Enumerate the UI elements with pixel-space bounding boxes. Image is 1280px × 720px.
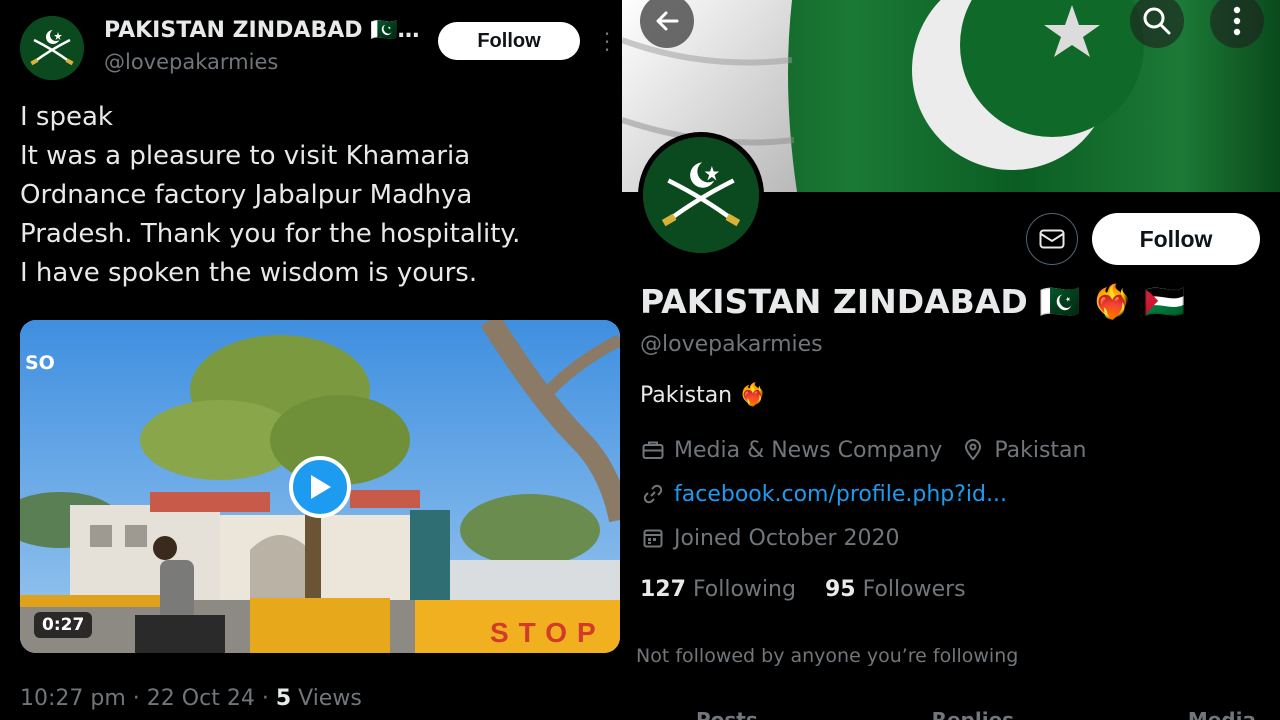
envelope-icon: [1039, 229, 1065, 249]
profile-panel: Follow PAKISTAN ZINDABAD 🇵🇰 ❤️‍🔥 🇵🇸 @lov…: [622, 0, 1280, 720]
meta-separator: ·: [132, 686, 140, 711]
post-panel: PAKISTAN ZINDABAD 🇵🇰… @lovepakarmies Fol…: [0, 0, 620, 720]
profile-stats: 127 Following 95 Followers: [640, 577, 966, 602]
army-emblem-icon: [643, 137, 759, 253]
profile-joined-row: Joined October 2020: [640, 525, 900, 551]
profile-joined-date: Joined October 2020: [674, 525, 900, 551]
location-pin-icon: [960, 437, 986, 463]
followers-label: Followers: [862, 577, 966, 602]
profile-website-row: facebook.com/profile.php?id...: [640, 481, 1007, 507]
profile-tabs: Posts Replies Media: [696, 708, 1256, 720]
play-button[interactable]: [289, 456, 351, 518]
post-text-line: I speak: [20, 102, 113, 132]
arrow-left-icon: [656, 11, 679, 31]
followers-stat[interactable]: 95 Followers: [825, 577, 966, 602]
post-text-line: Ordnance factory Jabalpur Madhya: [20, 180, 473, 210]
post-text-line: I have spoken the wisdom is yours.: [20, 258, 478, 288]
not-followed-notice: Not followed by anyone you’re following: [636, 645, 1019, 667]
more-vertical-icon: [1233, 6, 1241, 36]
following-label: Following: [692, 577, 796, 602]
play-icon: [311, 475, 331, 499]
views-label: Views: [298, 686, 362, 711]
views-count: 5: [275, 686, 292, 711]
tab-media[interactable]: Media: [1188, 708, 1256, 720]
following-stat[interactable]: 127 Following: [640, 577, 796, 602]
briefcase-icon: [640, 437, 666, 463]
meta-separator: ·: [261, 686, 269, 711]
follow-button[interactable]: Follow: [438, 22, 580, 60]
author-handle[interactable]: @lovepakarmies: [104, 50, 278, 74]
post-text: I speak It was a pleasure to visit Khama…: [20, 98, 610, 293]
tab-replies[interactable]: Replies: [932, 708, 1014, 720]
profile-bio: Pakistan ❤️‍🔥: [640, 383, 767, 408]
profile-handle: @lovepakarmies: [640, 332, 823, 357]
post-text-line: It was a pleasure to visit Khamaria: [20, 141, 471, 171]
following-count: 127: [640, 577, 686, 602]
profile-avatar[interactable]: [638, 132, 764, 258]
stop-sign-text: STOP: [490, 617, 606, 648]
profile-location: Pakistan: [994, 437, 1087, 463]
link-icon: [640, 481, 666, 507]
profile-meta-row: Media & News Company Pakistan: [640, 437, 1086, 463]
post-timestamp: 10:27 pm · 22 Oct 24 · 5 Views: [20, 686, 362, 711]
more-options-icon[interactable]: · · ·: [600, 24, 614, 60]
video-overlay-text: SO: [25, 352, 55, 374]
message-button[interactable]: [1026, 213, 1078, 265]
post-text-line: Pradesh. Thank you for the hospitality.: [20, 219, 521, 249]
followers-count: 95: [824, 577, 856, 602]
profile-name: PAKISTAN ZINDABAD 🇵🇰 ❤️‍🔥 🇵🇸: [640, 282, 1186, 321]
video-duration: 0:27: [34, 612, 93, 638]
calendar-icon: [640, 525, 666, 551]
author-name[interactable]: PAKISTAN ZINDABAD 🇵🇰…: [104, 18, 424, 43]
search-icon: [1143, 7, 1171, 35]
army-emblem-icon: [20, 16, 84, 80]
post-time: 10:27 pm: [20, 686, 126, 711]
video-player[interactable]: STOP SO 0:27: [20, 320, 620, 653]
profile-follow-button[interactable]: Follow: [1092, 213, 1260, 265]
profile-website-link[interactable]: facebook.com/profile.php?id...: [674, 482, 1007, 507]
author-avatar[interactable]: [20, 16, 84, 80]
post-date: 22 Oct 24: [146, 686, 255, 711]
profile-category: Media & News Company: [674, 437, 943, 463]
tab-posts[interactable]: Posts: [696, 708, 758, 720]
